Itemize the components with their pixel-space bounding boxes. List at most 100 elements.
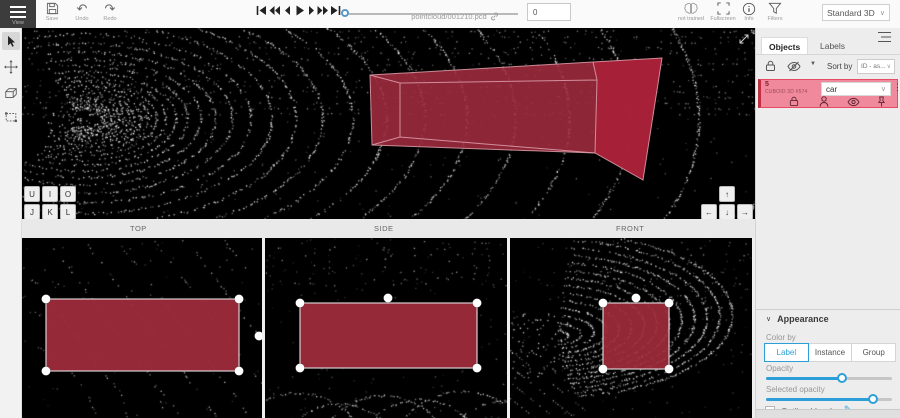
- expand-all-button[interactable]: ▼: [810, 61, 816, 67]
- hotkey-label: O: [65, 190, 71, 199]
- appearance-section-header[interactable]: ∨ Appearance: [766, 314, 829, 324]
- tab-objects[interactable]: Objects: [761, 37, 808, 55]
- nav-up-button[interactable]: ↑: [719, 186, 735, 202]
- panel-settings-button[interactable]: [877, 31, 895, 44]
- top-annotation-rect[interactable]: [22, 238, 262, 418]
- link-icon[interactable]: [490, 12, 499, 21]
- move-tool-button[interactable]: [2, 58, 20, 76]
- main-3d-view: U I O J K L ↑ ← ↓ →: [22, 28, 755, 219]
- hamburger-icon: [10, 6, 26, 21]
- brain-icon: [672, 2, 710, 15]
- person-icon: [819, 96, 829, 107]
- select-tool-button[interactable]: [2, 32, 20, 50]
- undo-button[interactable]: ↶ Undo: [68, 2, 96, 26]
- object-lock-button[interactable]: [789, 96, 799, 107]
- hotkey-j[interactable]: J: [24, 204, 40, 220]
- play-button[interactable]: [294, 5, 305, 16]
- resize-handle[interactable]: [599, 299, 608, 308]
- resize-handle[interactable]: [42, 367, 51, 376]
- next-frame-button[interactable]: [306, 5, 317, 16]
- fast-forward-button[interactable]: [317, 5, 328, 16]
- hotkey-i[interactable]: I: [42, 186, 58, 202]
- lock-all-button[interactable]: [765, 60, 776, 72]
- rotate-handle[interactable]: [255, 332, 263, 341]
- color-by-label-button[interactable]: Label: [764, 343, 809, 362]
- object-pin-button[interactable]: [877, 96, 886, 107]
- hotkey-l[interactable]: L: [60, 204, 76, 220]
- front-annotation-rect[interactable]: [510, 238, 752, 418]
- undo-icon: ↶: [68, 2, 96, 15]
- opacity-slider-fill: [766, 377, 842, 380]
- filters-button[interactable]: Filters: [760, 2, 790, 26]
- resize-handle[interactable]: [235, 367, 244, 376]
- hotkey-u[interactable]: U: [24, 186, 40, 202]
- expand-view-icon[interactable]: [738, 33, 750, 45]
- resize-handle[interactable]: [599, 365, 608, 374]
- fullscreen-icon: [706, 2, 740, 15]
- resize-handle[interactable]: [665, 365, 674, 374]
- nav-left-button[interactable]: ←: [701, 204, 717, 220]
- rotate-handle[interactable]: [384, 294, 393, 303]
- opacity-slider[interactable]: [766, 377, 892, 380]
- marquee-select-tool-button[interactable]: [2, 108, 20, 126]
- tab-labels[interactable]: Labels: [813, 37, 852, 54]
- frame-filename: pointcloud/001210.pcd: [380, 12, 530, 21]
- object-class-select[interactable]: car ∨: [821, 82, 891, 96]
- object-visibility-button[interactable]: [847, 97, 860, 107]
- layout-mode-select[interactable]: Standard 3D ∨: [822, 4, 890, 21]
- nav-down-button[interactable]: ↓: [719, 204, 735, 220]
- selected-opacity-label: Selected opacity: [766, 385, 825, 394]
- cuboid-tool-button[interactable]: [2, 84, 20, 102]
- resize-handle[interactable]: [665, 299, 674, 308]
- opacity-label: Opacity: [766, 364, 793, 373]
- layout-mode-value: Standard 3D: [827, 8, 875, 18]
- skip-to-end-button[interactable]: [330, 5, 341, 16]
- object-number: 5: [765, 81, 769, 88]
- object-author-button[interactable]: [819, 96, 829, 107]
- opacity-slider-handle[interactable]: [837, 373, 847, 383]
- skip-to-start-button[interactable]: [256, 5, 267, 16]
- sort-by-label: Sort by: [827, 62, 852, 71]
- selected-opacity-slider-fill: [766, 398, 873, 401]
- side-annotation-rect[interactable]: [265, 238, 507, 418]
- hide-all-button[interactable]: [787, 61, 801, 72]
- resize-handle[interactable]: [296, 364, 305, 373]
- rotate-handle[interactable]: [632, 294, 641, 303]
- lock-icon: [789, 96, 799, 107]
- selected-opacity-slider-handle[interactable]: [868, 394, 878, 404]
- main-menu-button[interactable]: View: [0, 0, 36, 28]
- more-options-icon[interactable]: ⋮: [893, 82, 900, 93]
- top-view-label: TOP: [130, 224, 147, 233]
- hotkey-o[interactable]: O: [60, 186, 76, 202]
- resize-handle[interactable]: [42, 295, 51, 304]
- cuboid-annotation[interactable]: [22, 28, 755, 219]
- filter-icon: [760, 2, 790, 15]
- front-projection-panel: [510, 238, 752, 418]
- move-icon: [4, 60, 18, 74]
- save-button[interactable]: Save: [38, 2, 66, 26]
- arrow-right-icon: →: [741, 208, 749, 217]
- info-button[interactable]: Info: [736, 2, 762, 26]
- ai-model-button[interactable]: not trained: [672, 2, 710, 26]
- tab-divider: [756, 54, 900, 55]
- timeline-slider-handle[interactable]: [341, 9, 349, 17]
- color-by-instance-button[interactable]: Instance: [809, 343, 853, 362]
- resize-handle[interactable]: [296, 299, 305, 308]
- selected-opacity-slider[interactable]: [766, 398, 892, 401]
- nav-right-button[interactable]: →: [737, 204, 753, 220]
- hotkey-k[interactable]: K: [42, 204, 58, 220]
- resize-handle[interactable]: [473, 299, 482, 308]
- side-projection-panel: [265, 238, 507, 418]
- save-label: Save: [38, 16, 66, 22]
- resize-handle[interactable]: [473, 364, 482, 373]
- sort-order-select[interactable]: ID - as... ∨: [857, 59, 895, 74]
- object-card[interactable]: 5 CUBOID 3D #574 car ∨ ⋮: [758, 79, 898, 108]
- fullscreen-button[interactable]: Fullscreen: [706, 2, 740, 26]
- color-by-group-button[interactable]: Group: [852, 343, 896, 362]
- resize-handle[interactable]: [235, 295, 244, 304]
- previous-frame-button[interactable]: [282, 5, 293, 16]
- redo-button[interactable]: ↷ Redo: [96, 2, 124, 26]
- frame-number-input[interactable]: [527, 3, 571, 21]
- hotkey-label: L: [66, 208, 70, 217]
- fast-rewind-button[interactable]: [269, 5, 280, 16]
